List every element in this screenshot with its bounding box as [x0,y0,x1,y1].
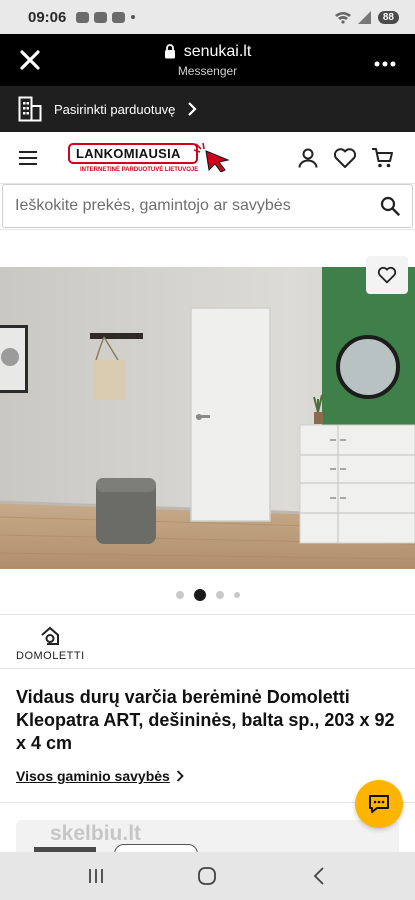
product-title: Vidaus durų varčia berėminė Domoletti Kl… [16,687,395,753]
watermark: skelbiu.lt [50,822,142,845]
product-image[interactable] [0,267,415,569]
status-right: 88 [334,10,399,24]
home-button[interactable] [187,856,227,896]
domain-row: senukai.lt [60,43,355,61]
notification-icon [112,11,126,23]
logo-block: LANKOMIAUSIA INTERNETINĖ PARDUOTUVĖ LIET… [68,142,199,173]
notification-icon [94,11,108,23]
heart-icon [377,266,397,284]
brand-link[interactable]: DOMOLETTI [16,626,85,662]
cursor-logo-icon [193,142,230,172]
cart-icon[interactable] [371,147,395,169]
menu-icon [19,150,37,165]
carousel-indicators [0,589,415,601]
page: 09:06 88 senukai.lt Messenger Pasirinkti… [0,0,415,900]
brand-name: DOMOLETTI [16,650,85,662]
store-selector[interactable]: Pasirinkti parduotuvę [0,86,415,132]
product-photo [0,267,415,569]
status-time: 09:06 [28,8,67,26]
close-icon [20,50,40,70]
all-properties-link[interactable]: Visos gaminio savybės [16,768,184,784]
signal-icon [357,10,371,24]
menu-button[interactable] [0,132,56,184]
search-input[interactable]: Ieškokite prekės, gamintojo ar savybės [2,184,413,228]
home-icon [198,867,217,885]
add-to-favorites-button[interactable] [366,256,408,294]
wifi-icon [334,11,351,24]
user-icon[interactable] [297,147,319,169]
all-properties-label: Visos gaminio savybės [16,768,170,784]
header-actions [297,147,415,169]
notification-icons [76,11,126,23]
carousel-dot[interactable] [233,592,240,598]
search-row: Ieškokite prekės, gamintojo ar savybės [0,184,415,230]
site-header: LANKOMIAUSIA INTERNETINĖ PARDUOTUVĖ LIET… [0,132,415,184]
browser-subtitle: Messenger [177,63,238,78]
search-placeholder: Ieškokite prekės, gamintojo ar savybės [15,197,291,214]
chevron-right-icon [188,102,197,116]
divider [0,614,415,615]
back-button[interactable] [299,856,339,896]
status-bar: 09:06 88 [0,0,415,34]
browser-address: senukai.lt Messenger [60,43,355,78]
store-selector-label: Pasirinkti parduotuvę [54,101,176,117]
heart-icon[interactable] [333,147,357,169]
lock-icon [164,44,175,59]
chevron-right-icon [176,770,184,782]
recents-button[interactable] [76,856,116,896]
carousel-dot[interactable] [175,591,184,599]
divider [0,668,415,669]
system-nav-bar [0,852,415,900]
brand-logo-icon [41,626,60,645]
back-icon [313,867,324,885]
search-icon[interactable] [380,196,400,216]
carousel-dot[interactable] [215,591,224,599]
more-options-button[interactable] [355,47,415,73]
logo-text: LANKOMIAUSIA [68,142,199,164]
battery-indicator: 88 [377,10,399,24]
chat-icon [369,795,389,813]
chat-button[interactable] [355,780,403,828]
carousel-dot-active[interactable] [193,589,206,601]
divider [0,802,415,803]
in-app-browser-bar: senukai.lt Messenger [0,34,415,86]
logo-tagline: INTERNETINĖ PARDUOTUVĖ LIETUVOJE [80,166,199,173]
recents-icon [88,869,103,883]
more-icon [374,61,396,67]
notification-icon [76,11,90,23]
more-notifications-dot [131,15,136,19]
site-logo[interactable]: LANKOMIAUSIA INTERNETINĖ PARDUOTUVĖ LIET… [56,142,232,173]
domain-text: senukai.lt [183,42,252,60]
close-button[interactable] [0,34,60,86]
store-icon [18,96,42,122]
